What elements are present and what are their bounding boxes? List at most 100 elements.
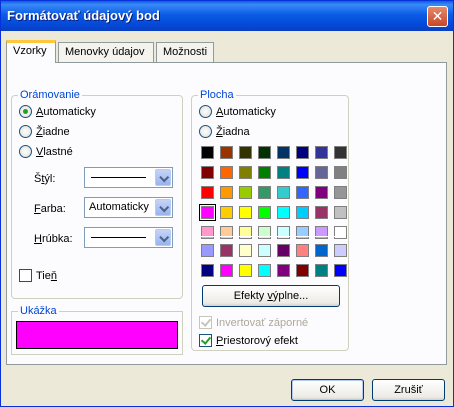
color-swatch[interactable] — [201, 146, 214, 159]
chevron-down-icon[interactable] — [155, 169, 171, 186]
weight-label: Hrúbka: — [34, 233, 73, 245]
color-swatch[interactable] — [296, 166, 309, 179]
color-swatch[interactable] — [239, 146, 252, 159]
radio-label: Automaticky — [216, 105, 276, 118]
color-swatch[interactable] — [239, 264, 252, 277]
color-swatch[interactable] — [277, 206, 290, 219]
color-swatch[interactable] — [201, 226, 214, 239]
color-swatch[interactable] — [220, 166, 233, 179]
chevron-down-icon[interactable] — [155, 229, 171, 246]
border-automatic-radio[interactable]: Automaticky — [19, 105, 96, 118]
color-swatch[interactable] — [296, 264, 309, 277]
color-swatch[interactable] — [315, 146, 328, 159]
color-swatch[interactable] — [258, 244, 271, 257]
color-swatch[interactable] — [239, 166, 252, 179]
color-swatch[interactable] — [220, 264, 233, 277]
color-swatch[interactable] — [220, 186, 233, 199]
color-swatch[interactable] — [239, 186, 252, 199]
color-swatch[interactable] — [296, 206, 309, 219]
color-swatch[interactable] — [220, 244, 233, 257]
color-select[interactable]: Automaticky — [84, 197, 173, 218]
color-swatch[interactable] — [334, 186, 347, 199]
color-swatch[interactable] — [258, 166, 271, 179]
cancel-button[interactable]: Zrušiť — [372, 379, 445, 401]
close-button[interactable]: ✕ — [427, 6, 448, 27]
tab-options[interactable]: Možnosti — [156, 42, 214, 62]
color-swatch[interactable] — [239, 244, 252, 257]
color-swatch[interactable] — [296, 226, 309, 239]
ok-button[interactable]: OK — [291, 379, 364, 401]
color-swatch[interactable] — [315, 206, 328, 219]
color-swatch[interactable] — [334, 264, 347, 277]
color-swatch[interactable] — [201, 264, 214, 277]
color-swatch[interactable] — [201, 244, 214, 257]
color-swatch[interactable] — [315, 226, 328, 239]
color-swatch[interactable] — [239, 206, 252, 219]
color-swatch[interactable] — [258, 226, 271, 239]
color-select-value: Automaticky — [89, 201, 149, 213]
color-swatch[interactable] — [315, 264, 328, 277]
color-swatch[interactable] — [258, 186, 271, 199]
color-swatch[interactable] — [239, 226, 252, 239]
checkbox-indicator — [19, 269, 32, 282]
color-swatch[interactable] — [199, 204, 216, 221]
color-swatch[interactable] — [334, 146, 347, 159]
color-swatch[interactable] — [220, 146, 233, 159]
shadow-3d-checkbox[interactable]: Priestorový efekt — [199, 334, 298, 347]
tab-patterns[interactable]: Vzorky — [6, 40, 56, 63]
shadow-checkbox[interactable]: Tieň — [19, 269, 57, 282]
invert-negative-checkbox[interactable]: Invertovať záporné — [199, 316, 308, 329]
checkbox-indicator — [199, 334, 212, 347]
fill-effects-button[interactable]: Efekty výplne... — [202, 285, 340, 307]
color-swatch[interactable] — [220, 226, 233, 239]
chevron-down-icon[interactable] — [155, 199, 171, 216]
color-swatch[interactable] — [315, 186, 328, 199]
weight-select[interactable] — [84, 227, 173, 248]
color-swatch[interactable] — [296, 244, 309, 257]
tab-label: Možnosti — [163, 46, 208, 58]
tab-data-labels[interactable]: Menovky údajov — [58, 42, 154, 62]
color-swatch[interactable] — [277, 166, 290, 179]
color-swatch[interactable] — [296, 186, 309, 199]
color-swatch[interactable] — [220, 206, 233, 219]
color-swatch[interactable] — [201, 186, 214, 199]
color-swatch[interactable] — [334, 166, 347, 179]
preview-group: Ukážka — [11, 305, 183, 355]
color-swatch[interactable] — [334, 244, 347, 257]
button-label: Efekty výplne... — [233, 290, 309, 302]
color-swatch[interactable] — [315, 244, 328, 257]
color-swatch[interactable] — [334, 206, 347, 219]
color-swatch[interactable] — [201, 166, 214, 179]
color-swatch[interactable] — [334, 226, 347, 239]
title-bar[interactable]: Formátovať údajový bod ✕ — [1, 1, 453, 31]
radio-indicator — [199, 125, 212, 138]
color-swatch[interactable] — [258, 206, 271, 219]
color-swatch[interactable] — [277, 264, 290, 277]
border-none-radio[interactable]: Žiadne — [19, 125, 70, 138]
color-swatch[interactable] — [277, 186, 290, 199]
color-palette — [199, 146, 347, 239]
area-group: Plocha Automaticky Žiadna Efekty výplne.… — [191, 89, 349, 351]
checkbox-label: Invertovať záporné — [216, 316, 309, 329]
border-group: Orámovanie Automaticky Žiadne Vlastné Št… — [11, 89, 183, 299]
checkbox-label: Priestorový efekt — [216, 334, 298, 347]
area-automatic-radio[interactable]: Automaticky — [199, 105, 276, 118]
window-title: Formátovať údajový bod — [7, 8, 160, 23]
tab-label: Menovky údajov — [65, 46, 145, 58]
style-select[interactable] — [84, 167, 173, 188]
color-swatch[interactable] — [277, 146, 290, 159]
color-swatch[interactable] — [277, 244, 290, 257]
format-data-point-dialog: Formátovať údajový bod ✕ Vzorky Menovky … — [0, 0, 454, 407]
color-swatch[interactable] — [258, 264, 271, 277]
area-none-radio[interactable]: Žiadna — [199, 125, 250, 138]
color-swatch[interactable] — [315, 166, 328, 179]
area-group-title: Plocha — [198, 89, 236, 101]
color-swatch[interactable] — [296, 146, 309, 159]
button-label: Zrušiť — [394, 384, 423, 396]
line-style-sample — [91, 177, 146, 178]
preview-title: Ukážka — [18, 305, 59, 317]
border-custom-radio[interactable]: Vlastné — [19, 145, 73, 158]
color-swatch[interactable] — [258, 146, 271, 159]
color-swatch[interactable] — [277, 226, 290, 239]
close-icon: ✕ — [431, 8, 444, 24]
